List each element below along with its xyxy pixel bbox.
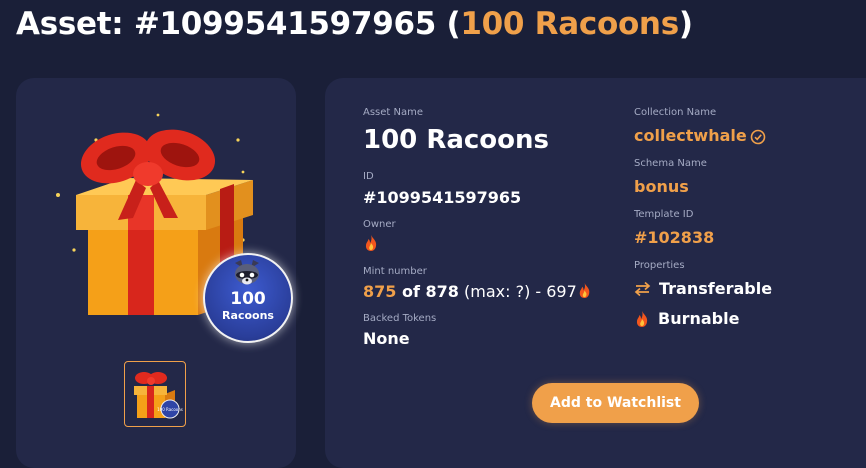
mint-rest: (max: ?) - 697 [458,282,577,301]
fire-icon [579,283,590,298]
badge-number: 100 [230,289,266,309]
backed-tokens-label: Backed Tokens [363,313,437,324]
asset-preview-card: 100 Racoons 100 Racoons [16,78,296,468]
raccoon-icon [235,260,259,285]
mint-current: 875 [363,282,397,301]
fire-icon [365,235,377,251]
property-label: Transferable [659,279,773,298]
property-burnable: Burnable [634,309,739,328]
template-label: Template ID [634,209,694,220]
collection-badge: 100 Racoons [203,253,293,343]
thumb-badge-text: 100 Racoons [157,407,183,412]
verified-check-icon [750,129,766,144]
properties-label: Properties [634,260,685,271]
schema-value[interactable]: bonus [634,177,689,196]
transfer-arrows-icon [634,281,651,296]
add-to-watchlist-button[interactable]: Add to Watchlist [532,383,699,423]
page-title: Asset: #1099541597965 (100 Racoons) [16,6,693,42]
id-value: #1099541597965 [363,188,522,207]
owner-label: Owner [363,219,396,230]
id-label: ID [363,171,374,182]
property-transferable: Transferable [634,279,772,298]
asset-details-card: Asset Name 100 Racoons ID #1099541597965… [325,78,866,468]
title-accent: 100 Racoons [460,6,679,42]
asset-name-value: 100 Racoons [363,125,550,155]
image-thumbnail[interactable]: 100 Racoons [124,361,186,427]
fire-icon [636,310,648,327]
asset-image: 100 Racoons [38,100,293,343]
collection-label: Collection Name [634,107,717,118]
owner-value[interactable] [363,234,379,256]
title-suffix: ) [678,6,693,42]
mint-label: Mint number [363,266,427,277]
gift-thumbnail-icon: 100 Racoons [134,372,183,419]
schema-label: Schema Name [634,158,707,169]
mint-of: of 878 [396,282,459,301]
property-label: Burnable [658,309,740,328]
collection-link[interactable]: collectwhale [634,126,747,145]
template-value[interactable]: #102838 [634,228,714,247]
title-prefix: Asset: #1099541597965 ( [16,6,461,42]
asset-name-label: Asset Name [363,107,424,118]
backed-tokens-value: None [363,329,410,348]
badge-text: Racoons [222,309,274,322]
mint-value: 875 of 878 (max: ?) - 697 [363,282,592,301]
collection-value[interactable]: collectwhale [634,126,766,145]
